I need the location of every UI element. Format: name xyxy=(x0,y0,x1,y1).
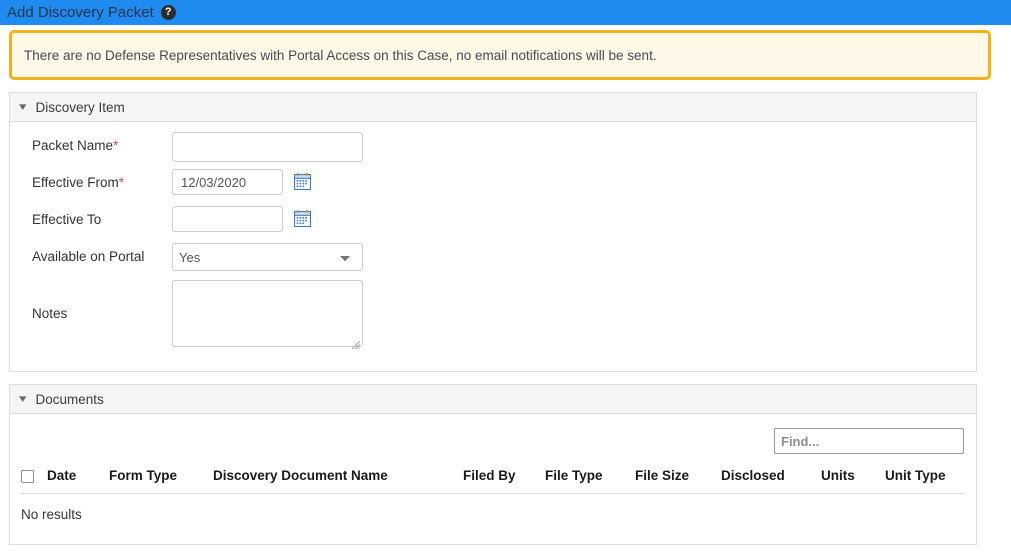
warning-alert: There are no Defense Representatives wit… xyxy=(9,30,991,80)
documents-table-head: Date Form Type Discovery Document Name F… xyxy=(21,464,965,494)
effective-from-row: Effective From* xyxy=(10,169,976,199)
documents-panel-header[interactable]: ▾ Documents xyxy=(10,385,976,414)
chevron-down-icon[interactable]: ▾ xyxy=(19,393,26,405)
notes-row: Notes xyxy=(10,280,976,352)
available-on-portal-label: Available on Portal xyxy=(32,249,145,264)
window-title-bar: Add Discovery Packet ? xyxy=(0,0,1011,25)
empty-state-row: No results xyxy=(21,494,965,545)
column-header-discovery-document-name[interactable]: Discovery Document Name xyxy=(213,464,463,494)
effective-to-input[interactable] xyxy=(172,206,283,232)
find-row xyxy=(10,414,976,464)
column-header-disclosed[interactable]: Disclosed xyxy=(721,464,821,494)
discovery-item-panel: ▾ Discovery Item Packet Name* Effective … xyxy=(9,92,977,372)
chevron-down-icon[interactable]: ▾ xyxy=(19,101,26,113)
calendar-icon[interactable] xyxy=(294,173,311,190)
notes-textarea[interactable] xyxy=(172,280,363,347)
effective-from-label: Effective From* xyxy=(32,175,125,190)
alert-container: There are no Defense Representatives wit… xyxy=(0,25,1011,80)
no-results-message: No results xyxy=(21,507,82,522)
packet-name-input[interactable] xyxy=(172,132,363,162)
discovery-item-body: Packet Name* Effective From* 12/03/2020 … xyxy=(10,122,976,371)
required-asterisk: * xyxy=(118,175,125,190)
column-header-file-type[interactable]: File Type xyxy=(545,464,635,494)
packet-name-row: Packet Name* xyxy=(10,132,976,162)
page-title: Add Discovery Packet xyxy=(7,3,154,21)
column-header-file-size[interactable]: File Size xyxy=(635,464,721,494)
required-asterisk: * xyxy=(113,138,119,153)
notes-wrapper xyxy=(172,280,363,352)
table-header-row: Date Form Type Discovery Document Name F… xyxy=(21,464,965,494)
column-header-units[interactable]: Units xyxy=(821,464,885,494)
documents-table: Date Form Type Discovery Document Name F… xyxy=(21,464,965,544)
find-input[interactable] xyxy=(774,428,964,454)
documents-panel: ▾ Documents Date Form Type Discovery Doc… xyxy=(9,384,977,545)
help-circle-icon[interactable]: ? xyxy=(160,5,176,20)
effective-from-input[interactable] xyxy=(172,169,283,195)
calendar-icon[interactable] xyxy=(294,210,311,227)
notes-label: Notes xyxy=(32,306,68,321)
effective-to-label: Effective To xyxy=(32,212,102,227)
packet-name-label: Packet Name* xyxy=(32,138,119,153)
select-all-header xyxy=(21,464,47,494)
column-header-date[interactable]: Date xyxy=(47,464,109,494)
discovery-item-panel-header[interactable]: ▾ Discovery Item xyxy=(10,93,976,122)
documents-title: Documents xyxy=(35,391,104,407)
documents-table-body: No results xyxy=(21,494,965,545)
available-on-portal-select[interactable]: Yes xyxy=(172,243,363,271)
documents-body: Date Form Type Discovery Document Name F… xyxy=(10,414,976,544)
available-on-portal-row: Available on Portal Yes xyxy=(10,243,976,273)
discovery-item-title: Discovery Item xyxy=(35,99,125,115)
select-all-checkbox[interactable] xyxy=(21,469,34,483)
alert-message: There are no Defense Representatives wit… xyxy=(24,47,657,63)
effective-to-row: Effective To xyxy=(10,206,976,236)
column-header-form-type[interactable]: Form Type xyxy=(109,464,213,494)
column-header-filed-by[interactable]: Filed By xyxy=(463,464,545,494)
column-header-unit-type[interactable]: Unit Type xyxy=(885,464,965,494)
